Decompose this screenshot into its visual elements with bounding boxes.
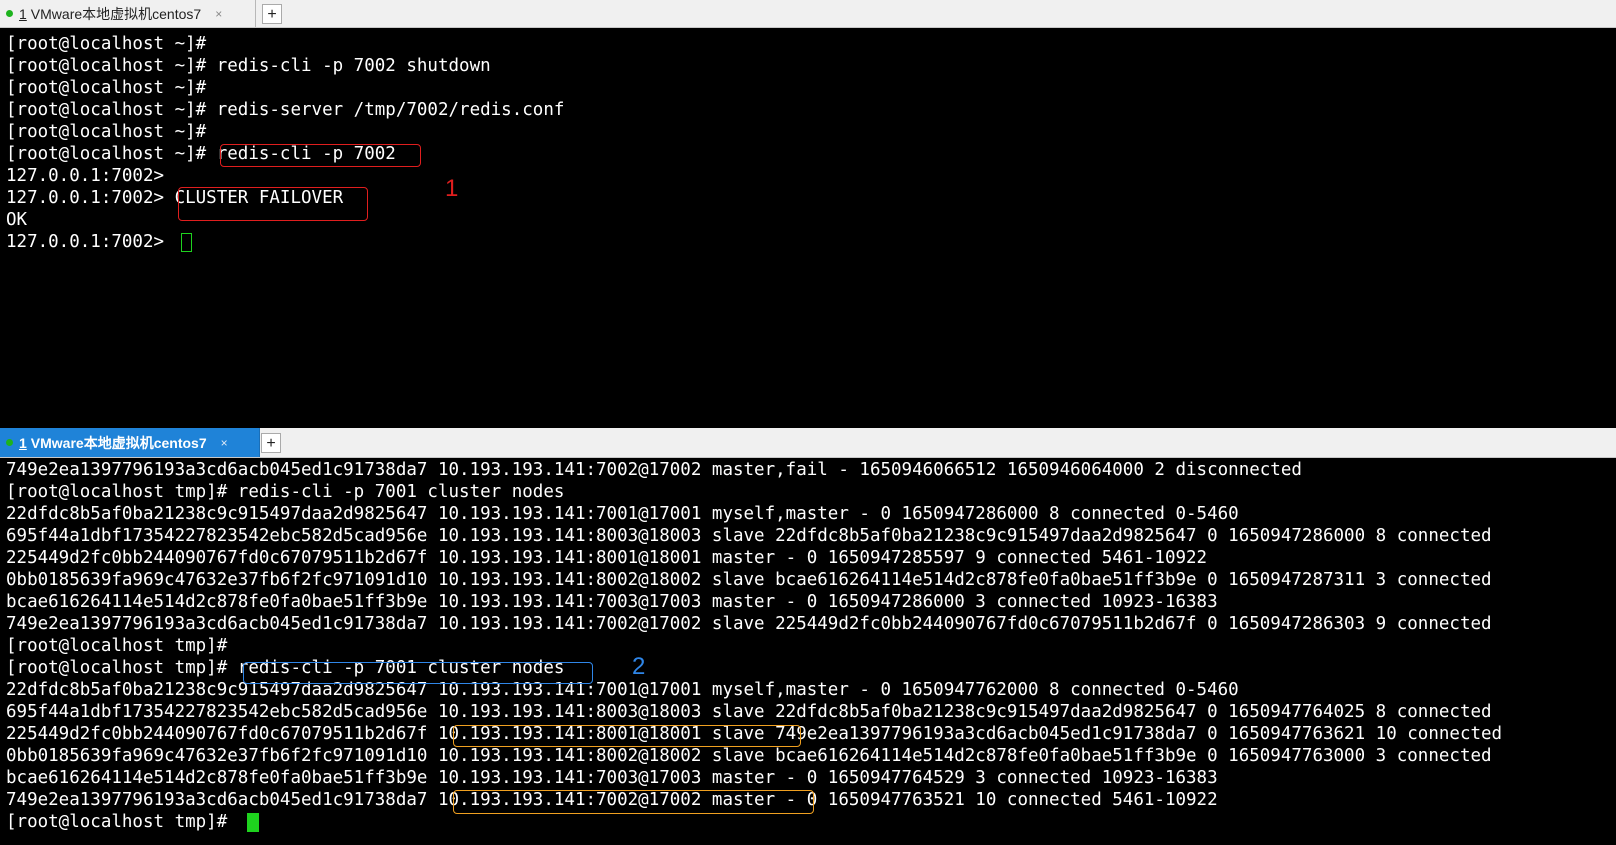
terminal-cursor [247,813,259,832]
redis-cli-command-highlight [220,144,421,167]
tab-title: VMware本地虚拟机centos7 [30,5,202,22]
status-dot-icon [6,439,13,446]
status-dot-icon [6,10,13,17]
terminal-line: [root@localhost tmp]# [6,812,238,832]
terminal-line: 749e2ea1397796193a3cd6acb045ed1c91738da7… [6,460,1302,480]
terminal-line: [root@localhost ~]# [6,78,207,98]
terminal-line: 695f44a1dbf17354227823542ebc582d5cad956e… [6,702,1492,722]
terminal-line: [root@localhost tmp]# [6,636,228,656]
new-tab-button[interactable]: + [261,433,281,453]
tab-number: 1 [19,5,27,22]
terminal-line: 127.0.0.1:7002> [6,232,175,252]
terminal-line: [root@localhost ~]# [6,122,207,142]
terminal-cursor [181,233,192,252]
terminal-line: [root@localhost ~]# redis-server /tmp/70… [6,100,565,120]
terminal-line: 749e2ea1397796193a3cd6acb045ed1c91738da7… [6,614,1492,634]
new-tab-button[interactable]: + [262,4,282,24]
bottom-tab-bar: 1 VMware本地虚拟机centos7 × + [0,428,1616,458]
new-master-role-highlight [453,790,814,814]
cluster-failover-highlight [178,187,368,221]
top-tab-bar: 1 VMware本地虚拟机centos7 × + [0,0,1616,28]
bottom-terminal[interactable]: 749e2ea1397796193a3cd6acb045ed1c91738da7… [0,458,1616,845]
terminal-line: 0bb0185639fa969c47632e37fb6f2fc971091d10… [6,746,1492,766]
annotation-2: 2 [632,653,646,680]
terminal-line: bcae616264114e514d2c878fe0fa0bae51ff3b9e… [6,768,1218,788]
tab-title: VMware本地虚拟机centos7 [30,434,207,451]
close-tab-icon[interactable]: × [215,7,222,21]
close-tab-icon[interactable]: × [221,436,228,450]
terminal-line: 225449d2fc0bb244090767fd0c67079511b2d67f… [6,548,1208,568]
tab-number: 1 [19,434,27,451]
terminal-line: OK [6,210,28,230]
top-terminal[interactable]: [root@localhost ~]# [root@localhost ~]# … [0,28,1616,425]
terminal-line: 0bb0185639fa969c47632e37fb6f2fc971091d10… [6,570,1492,590]
terminal-line: [root@localhost ~]# [6,34,207,54]
terminal-line: 22dfdc8b5af0ba21238c9c915497daa2d9825647… [6,504,1239,524]
new-slave-role-highlight [453,725,801,747]
terminal-line: [root@localhost ~]# redis-cli -p 7002 sh… [6,56,491,76]
terminal-line: bcae616264114e514d2c878fe0fa0bae51ff3b9e… [6,592,1218,612]
annotation-1: 1 [445,175,459,202]
terminal-line: 22dfdc8b5af0ba21238c9c915497daa2d9825647… [6,680,1239,700]
bottom-session-tab[interactable]: 1 VMware本地虚拟机centos7 × [0,428,260,457]
terminal-line: [root@localhost tmp]# redis-cli -p 7001 … [6,482,565,502]
top-session-tab[interactable]: 1 VMware本地虚拟机centos7 × [0,0,256,27]
terminal-line: 127.0.0.1:7002> [6,166,165,186]
cluster-nodes-command-highlight [243,662,593,684]
terminal-line: 695f44a1dbf17354227823542ebc582d5cad956e… [6,526,1492,546]
